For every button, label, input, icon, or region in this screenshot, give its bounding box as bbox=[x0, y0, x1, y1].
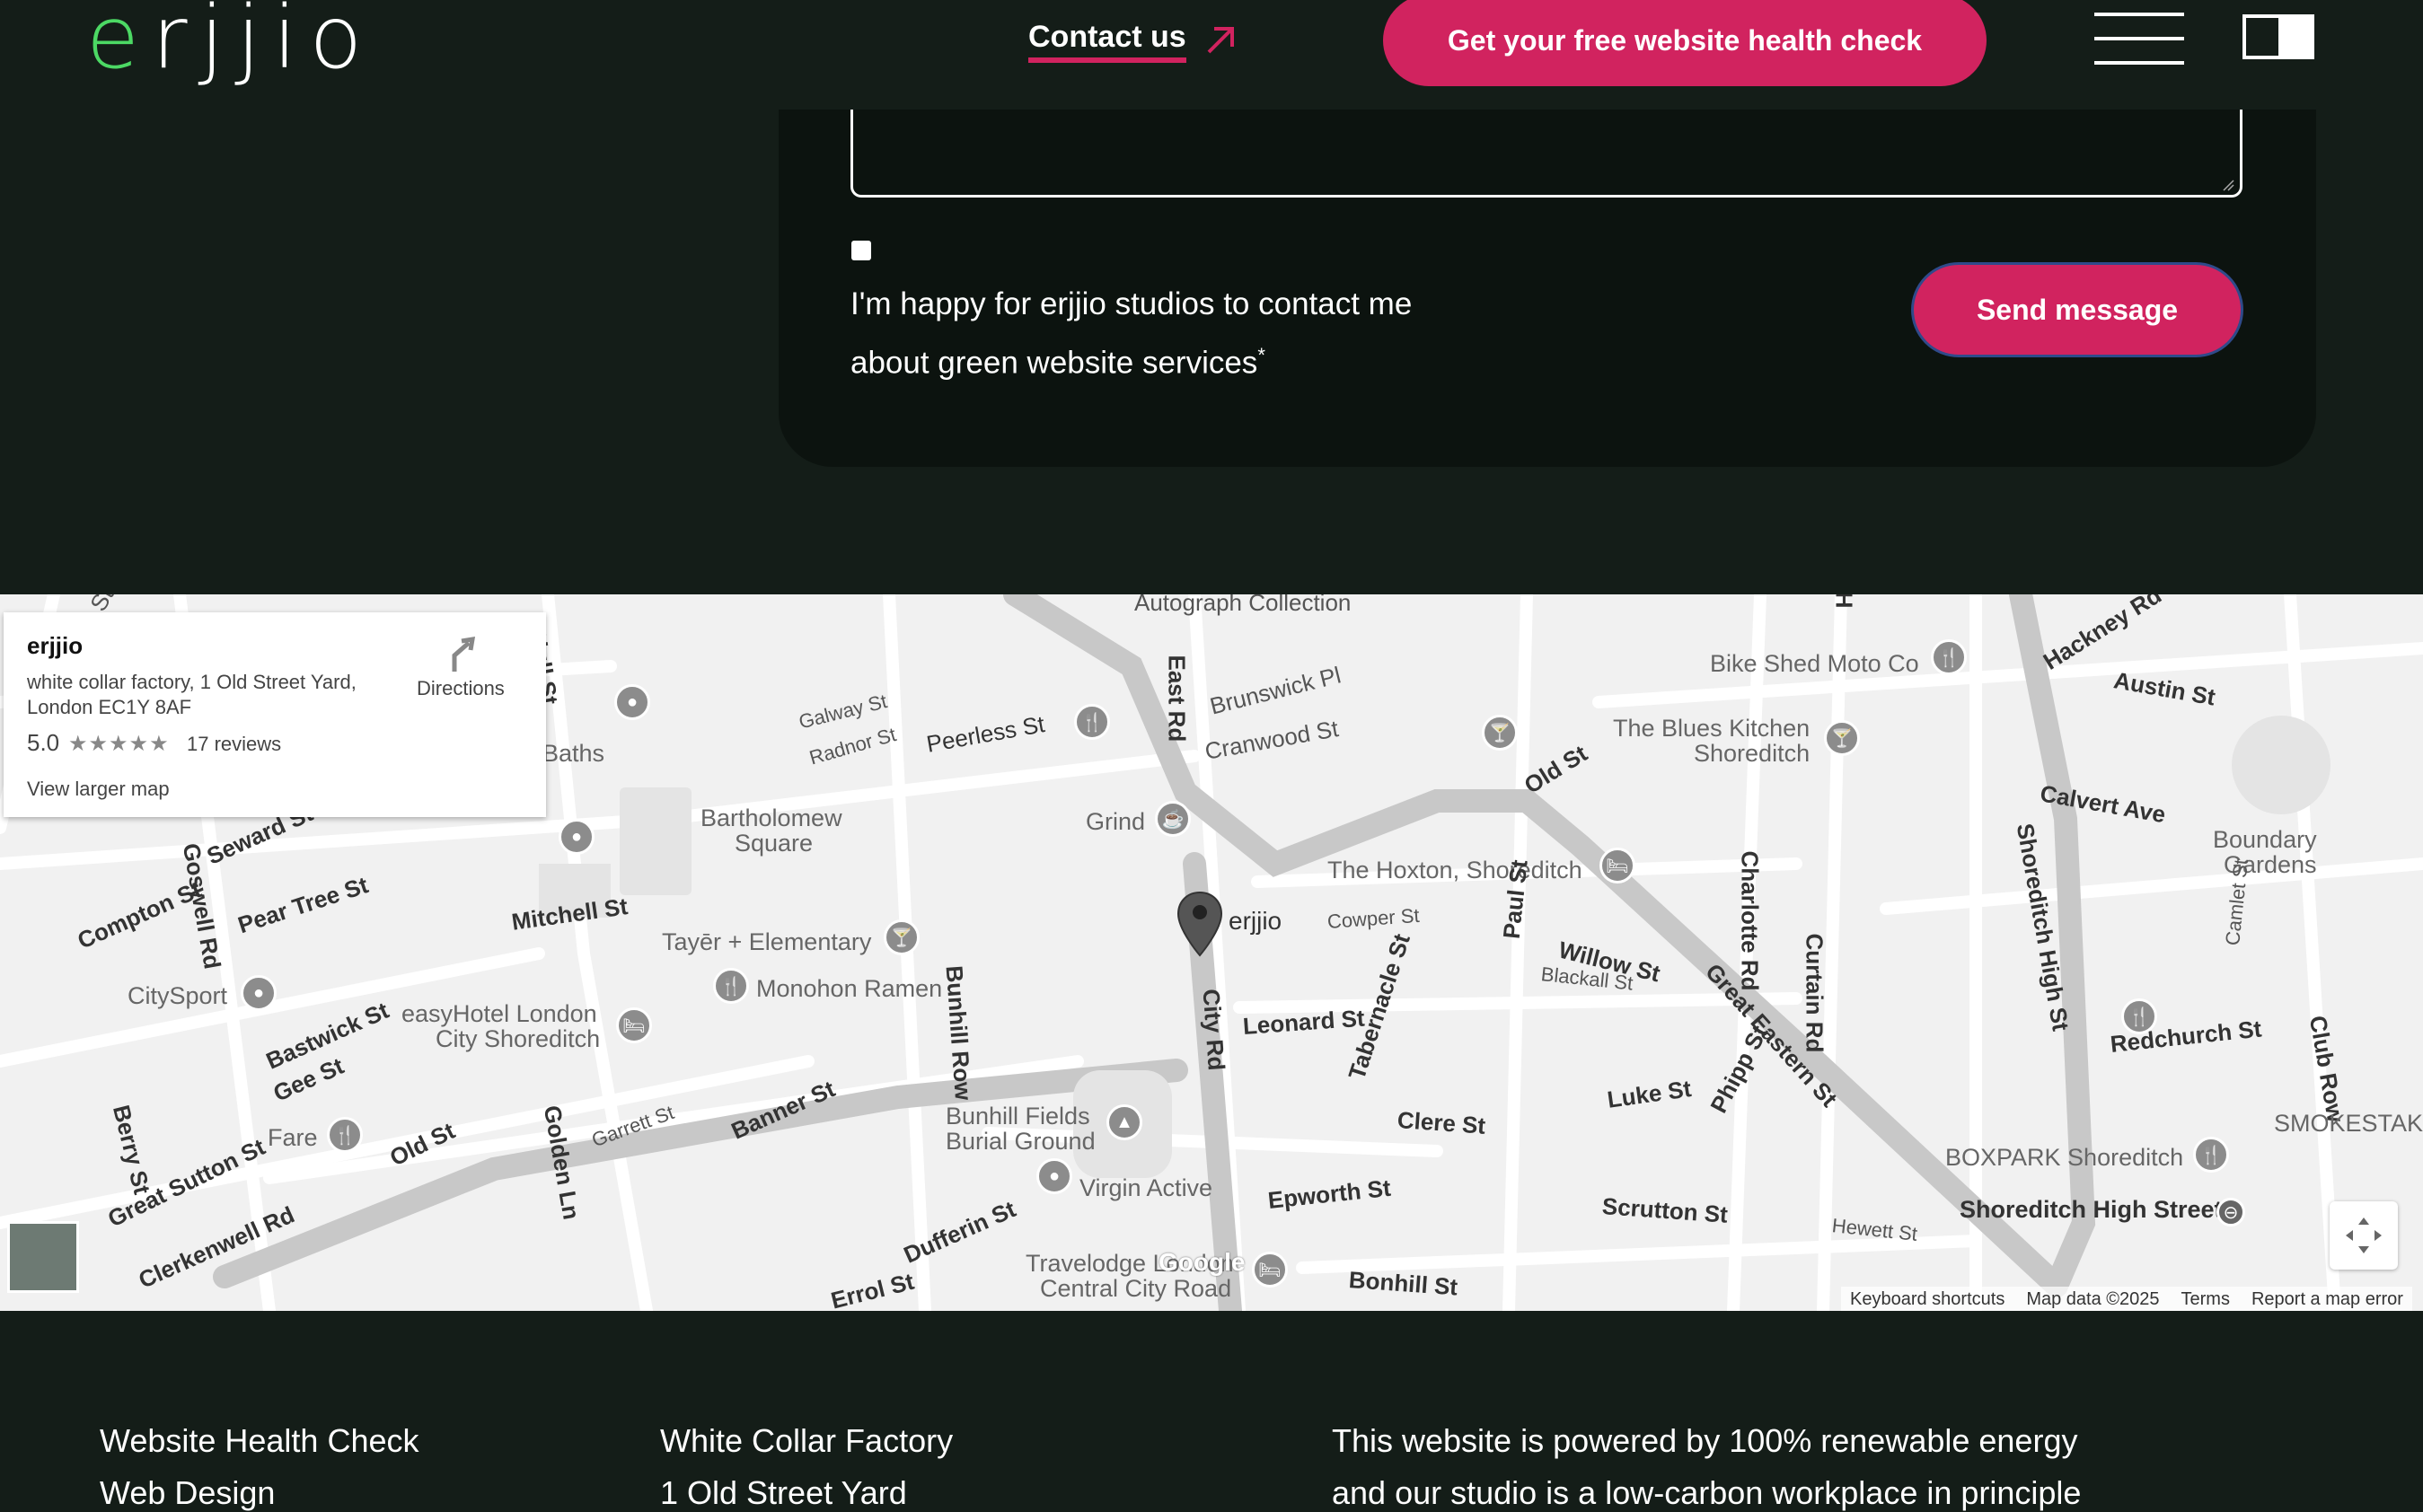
label-blues-shoreditch: Shoreditch bbox=[1694, 740, 1811, 767]
keyboard-shortcuts-link[interactable]: Keyboard shortcuts bbox=[1850, 1289, 2004, 1310]
restaurant-icon[interactable]: 🍴 bbox=[2121, 998, 2157, 1034]
directions-icon[interactable] bbox=[442, 634, 481, 673]
label-bike-shed: Bike Shed Moto Co bbox=[1710, 650, 1919, 677]
label-east-rd: East Rd bbox=[1163, 655, 1191, 743]
satellite-toggle-thumbnail[interactable] bbox=[7, 1221, 79, 1293]
pin-icon[interactable]: ● bbox=[614, 684, 650, 720]
footer-health-check-link[interactable]: Website Health Check bbox=[100, 1422, 419, 1460]
label-baths: Baths bbox=[542, 740, 605, 767]
hotel-icon[interactable]: 🛏 bbox=[1252, 1252, 1288, 1288]
place-infobox: erjjio white collar factory, 1 Old Stree… bbox=[4, 612, 546, 817]
restaurant-icon[interactable]: 🍴 bbox=[2193, 1137, 2229, 1173]
footer-web-design-link[interactable]: Web Design bbox=[100, 1474, 275, 1512]
label-boundary: Boundary bbox=[2213, 826, 2317, 853]
restaurant-icon[interactable]: 🍴 bbox=[1931, 639, 1967, 675]
restaurant-icon[interactable]: 🍴 bbox=[713, 968, 749, 1004]
resize-handle-icon[interactable] bbox=[2222, 179, 2234, 191]
hotel-icon[interactable]: 🛏 bbox=[1599, 848, 1635, 883]
site-header: erjjio Contact us Get your free website … bbox=[0, 0, 2423, 110]
arrow-up-right-icon bbox=[1207, 27, 1234, 54]
consent-checkbox[interactable] bbox=[851, 241, 871, 260]
reviews-link[interactable]: 17 reviews bbox=[187, 733, 281, 756]
directions-link[interactable]: Directions bbox=[417, 677, 505, 700]
label-grind: Grind bbox=[1086, 808, 1146, 835]
label-boxpark: BOXPARK Shoreditch bbox=[1945, 1144, 2184, 1171]
label-easyhotel-city: City Shoreditch bbox=[436, 1025, 601, 1052]
location-marker-icon[interactable] bbox=[1176, 891, 1223, 957]
label-citysport: CitySport bbox=[128, 982, 228, 1009]
pin-icon[interactable]: ● bbox=[1036, 1158, 1072, 1194]
label-bartholomew: Bartholomew bbox=[700, 804, 842, 831]
menu-icon[interactable] bbox=[2094, 13, 2184, 65]
label-charlotte: Charlotte Rd bbox=[1736, 850, 1764, 991]
bar-icon[interactable]: 🍸 bbox=[884, 919, 920, 955]
label-shoreditch-high-station: Shoreditch High Street bbox=[1960, 1196, 2223, 1223]
map-attribution: Keyboard shortcuts Map data ©2025 Terms … bbox=[1841, 1287, 2412, 1312]
label-smokestak: SMOKESTAK bbox=[2274, 1110, 2423, 1137]
google-logo: Google bbox=[1159, 1248, 1246, 1276]
map-data-text: Map data ©2025 bbox=[2026, 1288, 2160, 1309]
label-bunhill-fields: Bunhill Fields bbox=[946, 1103, 1090, 1130]
label-hoxton-hotel: The Hoxton, Shoreditch bbox=[1327, 857, 1582, 883]
monument-icon[interactable]: ▲ bbox=[1106, 1104, 1142, 1140]
required-mark: * bbox=[1257, 344, 1265, 366]
label-fare: Fare bbox=[268, 1124, 318, 1151]
site-logo[interactable]: erjjio bbox=[86, 0, 374, 81]
message-textarea[interactable] bbox=[850, 110, 2242, 198]
place-name: erjjio bbox=[27, 632, 84, 659]
bar-icon[interactable]: 🍸 bbox=[1482, 715, 1518, 751]
consent-label: I'm happy for erjjio studios to contact … bbox=[850, 278, 1497, 389]
cafe-icon[interactable]: ☕ bbox=[1155, 801, 1191, 837]
label-easyhotel: easyHotel London bbox=[401, 1000, 597, 1027]
place-address: white collar factory, 1 Old Street Yard,… bbox=[27, 671, 357, 718]
view-larger-map-link[interactable]: View larger map bbox=[27, 778, 170, 801]
contact-link[interactable]: Contact us bbox=[1028, 20, 1234, 63]
marker-label: erjjio bbox=[1229, 907, 1282, 935]
label-square: Square bbox=[735, 830, 814, 857]
train-station-icon[interactable]: ⊖ bbox=[2216, 1198, 2245, 1226]
report-error-link[interactable]: Report a map error bbox=[2251, 1289, 2403, 1310]
hotel-icon[interactable]: 🛏 bbox=[616, 1007, 652, 1043]
footer-renewable-sub: and our studio is a low-carbon workplace… bbox=[1332, 1474, 2082, 1511]
footer-address-title: White Collar Factory bbox=[660, 1422, 954, 1459]
restaurant-icon[interactable]: 🍴 bbox=[1074, 704, 1110, 740]
theme-toggle-icon[interactable] bbox=[2242, 14, 2314, 59]
label-travelodge-central: Central City Road bbox=[1040, 1275, 1232, 1302]
label-hoxton-st: Hoxton St bbox=[1831, 594, 1859, 609]
bar-icon[interactable]: 🍸 bbox=[1824, 720, 1860, 756]
label-blues-kitchen: The Blues Kitchen bbox=[1613, 715, 1811, 742]
star-rating-icon: ★★★★★ bbox=[68, 732, 170, 756]
fullscreen-icon[interactable] bbox=[2330, 1201, 2398, 1270]
footer-address-line: 1 Old Street Yard bbox=[660, 1474, 907, 1511]
label-tayer: Tayēr + Elementary bbox=[662, 928, 872, 955]
terms-link[interactable]: Terms bbox=[2181, 1289, 2230, 1310]
site-footer: Website Health Check Web Design White Co… bbox=[0, 1311, 2423, 1511]
rating-value: 5.0 bbox=[27, 729, 60, 756]
restaurant-icon[interactable]: 🍴 bbox=[327, 1117, 363, 1153]
send-message-button[interactable]: Send message bbox=[1911, 262, 2243, 357]
label-burial-ground: Burial Ground bbox=[946, 1128, 1096, 1155]
label-city-rd: City Rd bbox=[1197, 988, 1230, 1072]
health-check-button[interactable]: Get your free website health check bbox=[1383, 0, 1987, 86]
logo-e: e bbox=[86, 0, 153, 88]
pin-icon[interactable]: ● bbox=[241, 975, 277, 1011]
label-monohon: Monohon Ramen bbox=[756, 975, 943, 1002]
footer-renewable-text: This website is powered by 100% renewabl… bbox=[1332, 1422, 2078, 1459]
contact-label: Contact us bbox=[1028, 20, 1186, 63]
pin-icon[interactable]: ● bbox=[559, 819, 595, 855]
logo-rest: rjjio bbox=[152, 0, 375, 88]
label-autograph: Autograph Collection bbox=[1134, 594, 1352, 616]
label-curtain: Curtain Rd bbox=[1801, 933, 1828, 1053]
label-virgin-active: Virgin Active bbox=[1079, 1174, 1213, 1201]
consent-text: I'm happy for erjjio studios to contact … bbox=[850, 286, 1413, 381]
